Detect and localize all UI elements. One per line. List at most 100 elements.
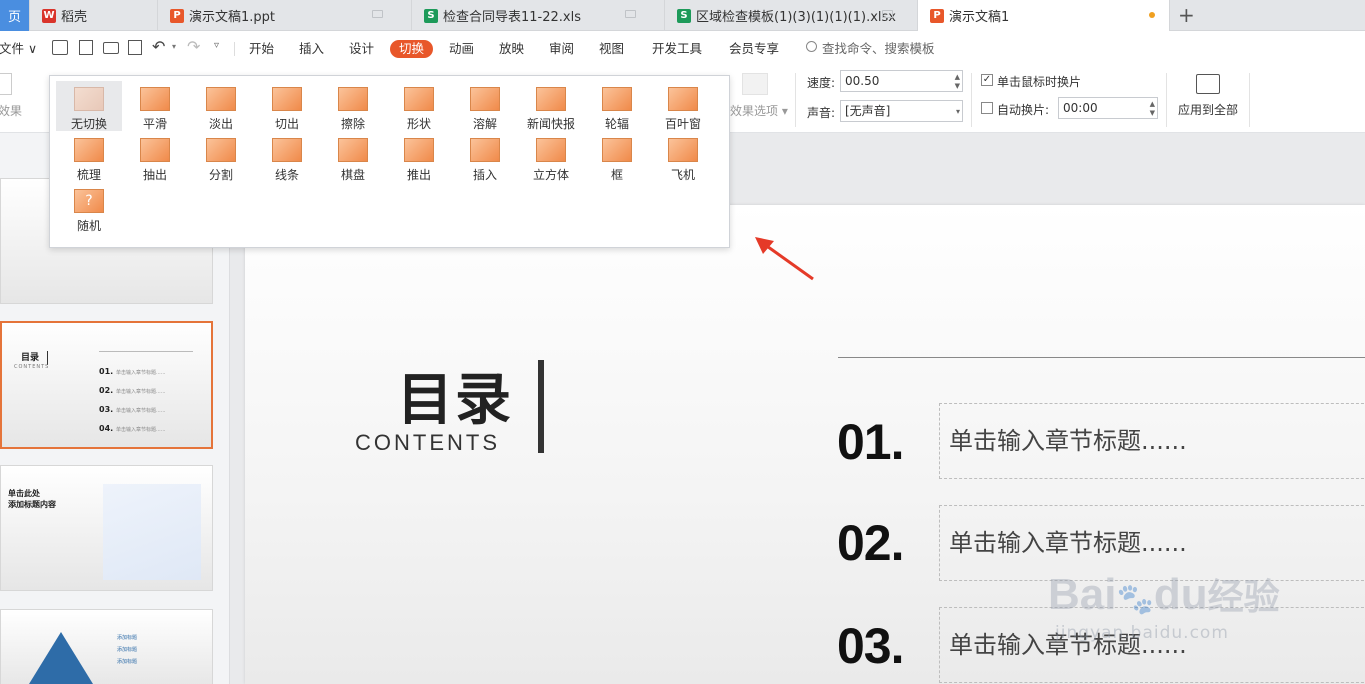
morph-icon [140, 87, 170, 111]
transition-box[interactable]: 框 [584, 132, 650, 182]
command-search-input[interactable]: 查找命令、搜索模板 [822, 40, 935, 58]
transition-split[interactable]: 分割 [188, 132, 254, 182]
transition-label: 框 [610, 168, 623, 182]
undo-dropdown-icon[interactable]: ▾ [172, 42, 176, 51]
apply-all-button[interactable]: 应用到全部 [1178, 101, 1238, 118]
annotation-arrow-icon [755, 237, 814, 281]
thumb-item-text: 单击输入章节标题...... [115, 370, 166, 376]
transition-label: 飞机 [670, 168, 695, 182]
thumb-item-num: 01. [99, 367, 114, 376]
transition-label: 轮辐 [604, 117, 629, 131]
transition-checkerboard[interactable]: 棋盘 [320, 132, 386, 182]
transition-dissolve[interactable]: 溶解 [452, 81, 518, 131]
thumb-line [99, 351, 193, 352]
effect-options-icon[interactable] [742, 73, 768, 95]
menu-transition[interactable]: 切换 [390, 40, 434, 58]
menu-view[interactable]: 视图 [599, 40, 624, 58]
transition-label: 百叶窗 [664, 117, 701, 131]
watermark-brand: Bai [1048, 570, 1117, 619]
tab-xls-2[interactable]: S 区域检查模板(1)(3)(1)(1)(1).xlsx [665, 0, 918, 31]
export-icon[interactable] [79, 40, 93, 55]
menu-home[interactable]: 开始 [249, 40, 274, 58]
spin-up-icon[interactable]: ▲ [1150, 100, 1155, 108]
chapter-number-1: 01. [837, 414, 905, 470]
menu-animation[interactable]: 动画 [449, 40, 474, 58]
spin-down-icon[interactable]: ▼ [1150, 109, 1155, 117]
tab-docer[interactable]: W 稻壳 [30, 0, 158, 31]
menu-review[interactable]: 审阅 [549, 40, 574, 58]
transition-wipe[interactable]: 擦除 [320, 81, 386, 131]
undo-icon[interactable]: ↶ [152, 37, 165, 56]
transition-shape[interactable]: 形状 [386, 81, 452, 131]
transition-comb[interactable]: 梳理 [56, 132, 122, 182]
auto-advance-checkbox[interactable] [981, 102, 993, 114]
save-icon[interactable] [52, 40, 68, 55]
transition-label: 形状 [406, 117, 431, 131]
image-placeholder-icon [103, 484, 201, 580]
tab-ppt-1[interactable]: P 演示文稿1.ppt [158, 0, 412, 31]
pyramid-icon [29, 632, 93, 684]
divider [1249, 73, 1250, 127]
transition-random[interactable]: ? 随机 [56, 183, 122, 233]
sound-select[interactable]: [无声音] ▾ [840, 100, 963, 122]
transition-insert[interactable]: 插入 [452, 132, 518, 182]
tab-home[interactable]: 页 [0, 0, 30, 31]
redo-icon[interactable]: ↷ [187, 37, 200, 56]
thumb-item-3: 03. 单击输入章节标题...... [99, 401, 166, 420]
quick-access-more-icon[interactable]: ▿ [214, 40, 219, 51]
blinds-icon [668, 87, 698, 111]
tab-ppt-active[interactable]: P 演示文稿1 [918, 0, 1170, 31]
transition-newsflash[interactable]: 新闻快报 [518, 81, 584, 131]
transition-fade[interactable]: 淡出 [188, 81, 254, 131]
menu-developer[interactable]: 开发工具 [652, 40, 702, 58]
auto-advance-time-field[interactable]: 00:00 ▲ ▼ [1058, 97, 1158, 119]
transition-label: 推出 [406, 168, 431, 182]
transition-blinds[interactable]: 百叶窗 [650, 81, 716, 131]
transition-label: 随机 [76, 219, 101, 233]
new-tab-button[interactable]: + [1178, 3, 1195, 27]
menu-slideshow[interactable]: 放映 [499, 40, 524, 58]
menu-design[interactable]: 设计 [349, 40, 374, 58]
transition-cube[interactable]: 立方体 [518, 132, 584, 182]
transition-gallery: 无切换 平滑 淡出 切出 擦除 形状 溶解 新闻快报 轮辐 百叶窗 梳理 抽出 … [49, 75, 730, 248]
print-icon[interactable] [103, 42, 119, 54]
random-icon: ? [74, 189, 104, 213]
transition-none[interactable]: 无切换 [56, 81, 122, 131]
preview-icon[interactable] [0, 73, 12, 95]
monitor-icon [372, 10, 383, 18]
chapter-title-1[interactable]: 单击输入章节标题...... [939, 403, 1365, 479]
transition-label: 淡出 [208, 117, 233, 131]
transition-pull[interactable]: 抽出 [122, 132, 188, 182]
menu-member[interactable]: 会员专享 [729, 40, 779, 58]
transition-push[interactable]: 推出 [386, 132, 452, 182]
slide-thumbnail-2[interactable]: 目录 CONTENTS 01. 单击输入章节标题...... 02. 单击输入章… [0, 321, 213, 449]
file-menu[interactable]: 文件 ∨ [0, 40, 37, 58]
transition-wheel[interactable]: 轮辐 [584, 81, 650, 131]
spin-up-icon[interactable]: ▲ [955, 73, 960, 81]
slide-thumbnail-4[interactable]: 添加标题 添加标题 添加标题 [0, 609, 213, 684]
slide-thumbnail-3[interactable]: 单击此处 添加标题内容 [0, 465, 213, 591]
spin-down-icon[interactable]: ▼ [955, 82, 960, 90]
effect-options-button[interactable]: 效果选项 ▾ [730, 102, 788, 119]
thumb-item-num: 04. [99, 424, 114, 433]
transition-label: 插入 [472, 168, 497, 182]
comb-icon [74, 138, 104, 162]
click-advance-checkbox[interactable]: ✓ [981, 74, 993, 86]
cube-icon [536, 138, 566, 162]
speed-field[interactable]: 00.50 ▲ ▼ [840, 70, 963, 92]
menu-insert[interactable]: 插入 [299, 40, 324, 58]
transition-morph[interactable]: 平滑 [122, 81, 188, 131]
transition-lines[interactable]: 线条 [254, 132, 320, 182]
slide-subtitle[interactable]: CONTENTS [355, 430, 500, 456]
wipe-icon [338, 87, 368, 111]
sound-label: 声音: [807, 106, 836, 120]
transition-cut[interactable]: 切出 [254, 81, 320, 131]
slide-title[interactable]: 目录 [397, 355, 513, 436]
print-preview-icon[interactable] [128, 40, 142, 55]
tab-xls-1[interactable]: S 检查合同导表11-22.xls [412, 0, 665, 31]
transition-airplane[interactable]: 飞机 [650, 132, 716, 182]
apply-all-icon[interactable] [1196, 74, 1220, 94]
xls-file-icon: S [677, 8, 691, 23]
title-divider-bar [538, 360, 544, 453]
thumb-3-title: 单击此处 添加标题内容 [8, 488, 56, 510]
